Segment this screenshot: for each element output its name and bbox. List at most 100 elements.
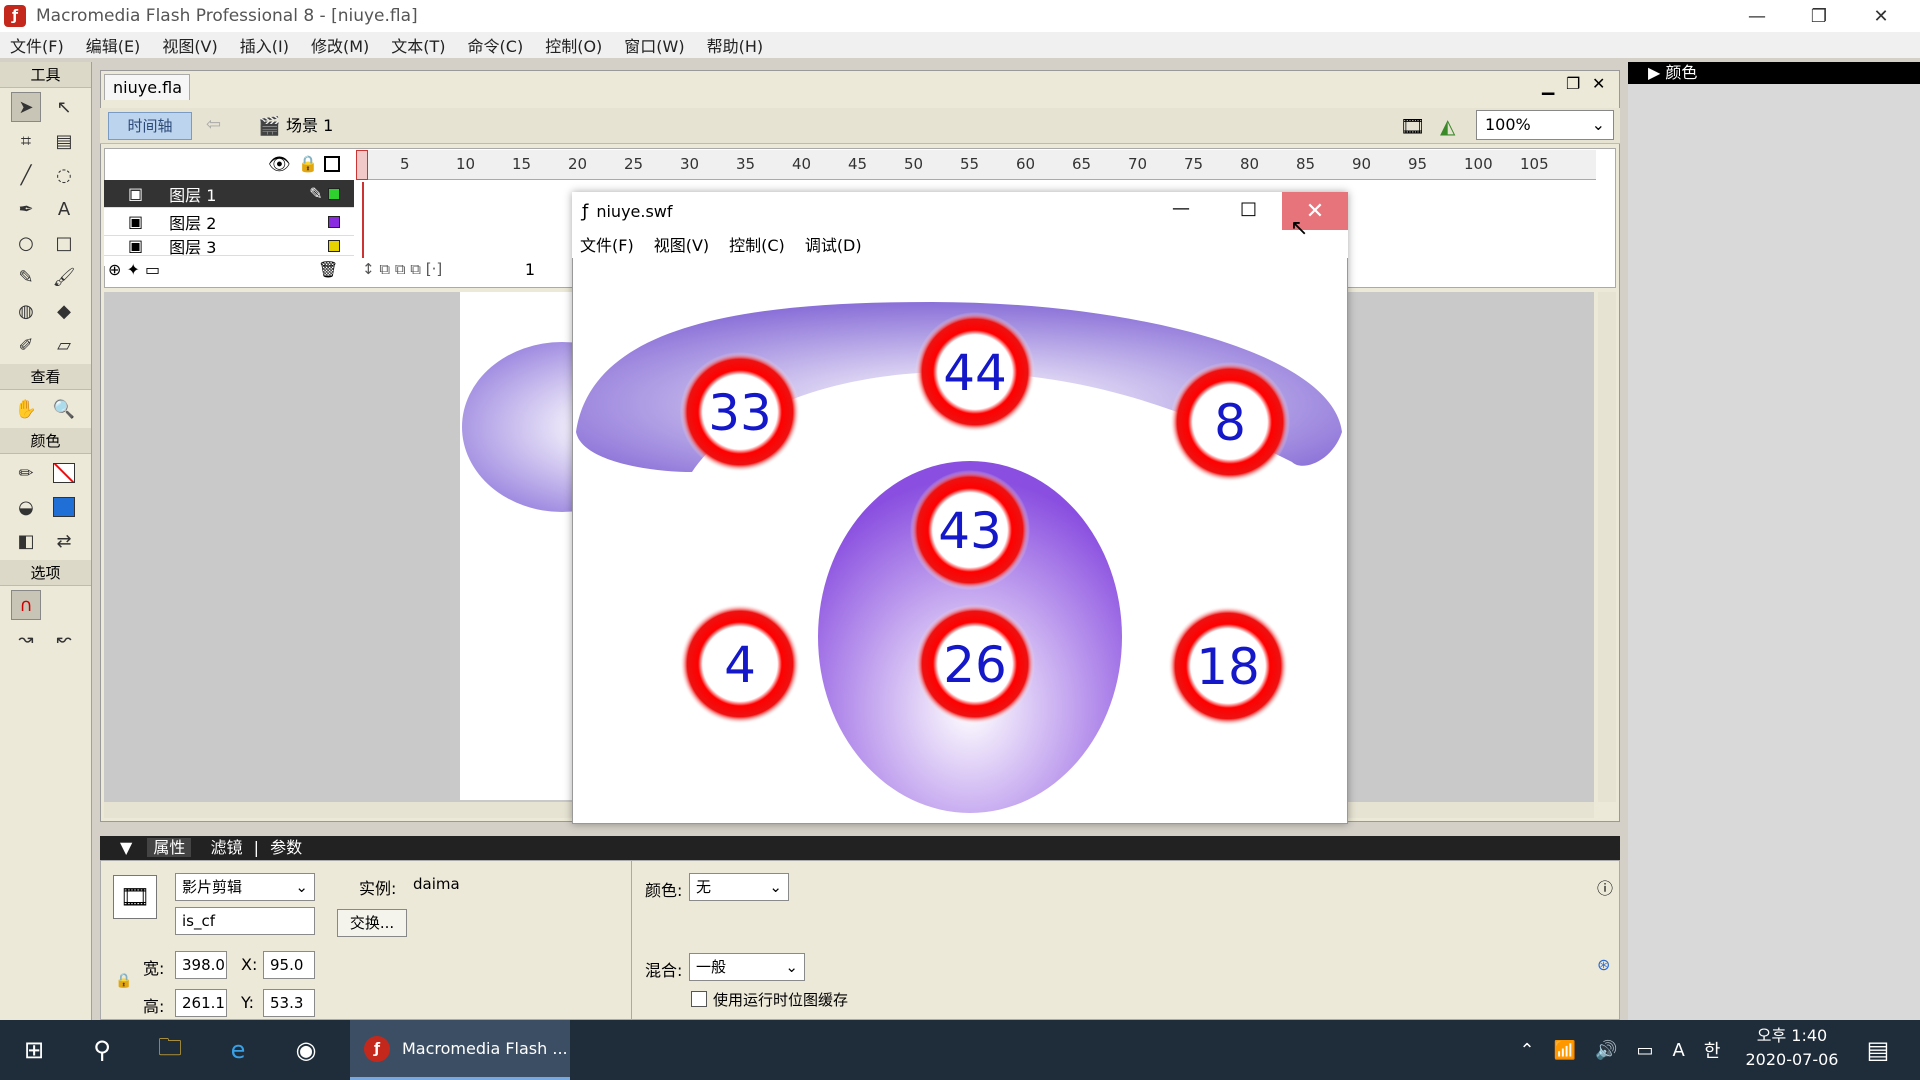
timeline-toggle-button[interactable]: 时间轴 <box>108 112 192 140</box>
minimize-button[interactable]: — <box>1726 0 1788 32</box>
notifications-icon[interactable]: ▤ <box>1848 1020 1908 1080</box>
tab-filters[interactable]: 滤镜 <box>211 838 243 857</box>
doc-minimize-icon[interactable]: ▁ <box>1542 76 1554 95</box>
menu-commands[interactable]: 命令(C) <box>468 33 524 57</box>
line-tool-icon[interactable]: ╱ <box>11 160 41 190</box>
free-transform-tool-icon[interactable]: ⌗ <box>11 126 41 156</box>
tab-properties[interactable]: 属性 <box>147 838 192 857</box>
frame-ruler[interactable]: 5 10 15 20 25 30 35 40 45 50 55 60 65 70… <box>356 150 1596 180</box>
oval-tool-icon[interactable]: ○ <box>11 228 41 258</box>
selection-tool-icon[interactable]: ➤ <box>11 92 41 122</box>
color-effect-select[interactable]: 无 ⌄ <box>689 873 789 901</box>
menu-view[interactable]: 视图(V) <box>162 33 217 57</box>
volume-icon[interactable]: 🔊 <box>1595 1040 1617 1061</box>
snap-magnet-icon[interactable]: ∩ <box>11 590 41 620</box>
help-icon[interactable]: ⓘ <box>1597 875 1613 899</box>
eraser-tool-icon[interactable]: ▱ <box>49 330 79 360</box>
lock-icon[interactable]: 🔒 <box>298 154 318 173</box>
eyedropper-tool-icon[interactable]: ✐ <box>11 330 41 360</box>
stroke-color-icon[interactable]: ✏ <box>11 458 41 488</box>
tab-parameters[interactable]: 参数 <box>270 838 302 857</box>
delete-layer-icon[interactable]: 🗑 <box>318 260 338 279</box>
black-white-icon[interactable]: ◧ <box>11 526 41 556</box>
no-stroke-swatch[interactable] <box>49 458 79 488</box>
menu-text[interactable]: 文本(T) <box>391 33 445 57</box>
document-tab[interactable]: niuye.fla <box>104 74 190 100</box>
color-panel-header[interactable]: ▶ 颜色 <box>1628 62 1920 84</box>
zoom-select[interactable]: 100% ⌄ <box>1476 110 1614 140</box>
insert-layer-icon[interactable]: ⊕ ✦ ▭ <box>108 260 160 279</box>
swf-menu-view[interactable]: 视图(V) <box>654 232 709 256</box>
swap-colors-icon[interactable]: ⇄ <box>49 526 79 556</box>
subselection-tool-icon[interactable]: ↖ <box>49 92 79 122</box>
layer-row[interactable]: ▣ 图层 2 <box>104 208 354 236</box>
taskbar-flash-app[interactable]: ƒ Macromedia Flash ... <box>350 1020 570 1080</box>
lasso-tool-icon[interactable]: ◌ <box>49 160 79 190</box>
back-arrow-icon[interactable]: ⇦ <box>206 114 221 135</box>
battery-icon[interactable]: ▭ <box>1636 1040 1653 1061</box>
blend-select[interactable]: 一般 ⌄ <box>689 953 805 981</box>
menu-control[interactable]: 控制(O) <box>545 33 602 57</box>
menu-modify[interactable]: 修改(M) <box>311 33 369 57</box>
chrome-icon[interactable]: ◉ <box>276 1020 336 1080</box>
width-input[interactable]: 398.0 <box>175 951 227 979</box>
onion-skin-icons[interactable]: ↕ ⧉ ⧉ ⧉ [·] <box>362 260 442 278</box>
fill-transform-tool-icon[interactable]: ▤ <box>49 126 79 156</box>
outline-icon[interactable] <box>324 156 340 172</box>
stage-vscrollbar[interactable] <box>1598 292 1616 802</box>
language-indicator[interactable]: 한 <box>1704 1037 1721 1063</box>
collapse-icon[interactable]: ▼ <box>120 838 132 857</box>
rectangle-tool-icon[interactable]: □ <box>49 228 79 258</box>
brush-tool-icon[interactable]: 🖌 <box>49 262 79 292</box>
layer-row[interactable]: ▣ 图层 3 <box>104 236 354 256</box>
fill-color-icon[interactable]: ◒ <box>11 492 41 522</box>
menu-edit[interactable]: 编辑(E) <box>86 33 141 57</box>
menu-window[interactable]: 窗口(W) <box>624 33 684 57</box>
instance-name-input[interactable]: is_cf <box>175 907 315 935</box>
pen-tool-icon[interactable]: ✒ <box>11 194 41 224</box>
y-input[interactable]: 53.3 <box>263 989 315 1017</box>
scene-label[interactable]: 场景 1 <box>286 112 333 140</box>
restore-button[interactable]: ❐ <box>1788 0 1850 32</box>
fill-color-swatch[interactable] <box>49 492 79 522</box>
file-explorer-icon[interactable]: 🗀 <box>140 1020 200 1080</box>
swf-menu-control[interactable]: 控制(C) <box>729 232 785 256</box>
smooth-icon[interactable]: ↝ <box>11 624 41 654</box>
swf-menu-file[interactable]: 文件(F) <box>580 232 634 256</box>
doc-close-icon[interactable]: ✕ <box>1592 74 1605 93</box>
swap-button[interactable]: 交换... <box>337 909 407 937</box>
close-button[interactable]: ✕ <box>1850 0 1912 32</box>
x-input[interactable]: 95.0 <box>263 951 315 979</box>
layer-row[interactable]: ▣ 图层 1 ✎ <box>104 180 354 208</box>
clock[interactable]: 오후 1:40 2020-07-06 <box>1736 1024 1848 1076</box>
swf-maximize-button[interactable]: □ <box>1240 198 1257 219</box>
ime-mode[interactable]: A <box>1673 1040 1685 1061</box>
doc-restore-icon[interactable]: ❐ <box>1566 74 1580 93</box>
edge-icon[interactable]: e <box>208 1020 268 1080</box>
height-input[interactable]: 261.1 <box>175 989 227 1017</box>
start-icon[interactable]: ⊞ <box>4 1020 64 1080</box>
menu-insert[interactable]: 插入(I) <box>240 33 289 57</box>
search-icon[interactable]: ⚲ <box>72 1020 132 1080</box>
text-tool-icon[interactable]: A <box>49 194 79 224</box>
symbol-type-select[interactable]: 影片剪辑 ⌄ <box>175 873 315 901</box>
playhead[interactable] <box>362 182 364 258</box>
zoom-tool-icon[interactable]: 🔍 <box>49 394 79 424</box>
network-icon[interactable]: 📶 <box>1554 1040 1576 1061</box>
swf-minimize-button[interactable]: — <box>1172 198 1190 219</box>
hand-tool-icon[interactable]: ✋ <box>11 394 41 424</box>
ink-bottle-tool-icon[interactable]: ◍ <box>11 296 41 326</box>
menu-help[interactable]: 帮助(H) <box>707 33 764 57</box>
straighten-icon[interactable]: ↜ <box>49 624 79 654</box>
pencil-tool-icon[interactable]: ✎ <box>11 262 41 292</box>
eye-icon[interactable]: 👁 <box>268 154 291 175</box>
edit-scene-icon[interactable]: 🎞 <box>1400 114 1425 138</box>
swf-menu-debug[interactable]: 调试(D) <box>805 232 862 256</box>
edit-symbol-icon[interactable]: ◭ <box>1440 114 1455 138</box>
chevron-up-icon[interactable]: ⌃ <box>1520 1040 1535 1061</box>
bitmap-cache-checkbox[interactable] <box>691 991 707 1007</box>
menu-file[interactable]: 文件(F) <box>10 33 64 57</box>
paint-bucket-tool-icon[interactable]: ◆ <box>49 296 79 326</box>
lock-icon[interactable]: 🔒 <box>115 973 132 989</box>
accessibility-icon[interactable]: ⊛ <box>1597 955 1610 974</box>
